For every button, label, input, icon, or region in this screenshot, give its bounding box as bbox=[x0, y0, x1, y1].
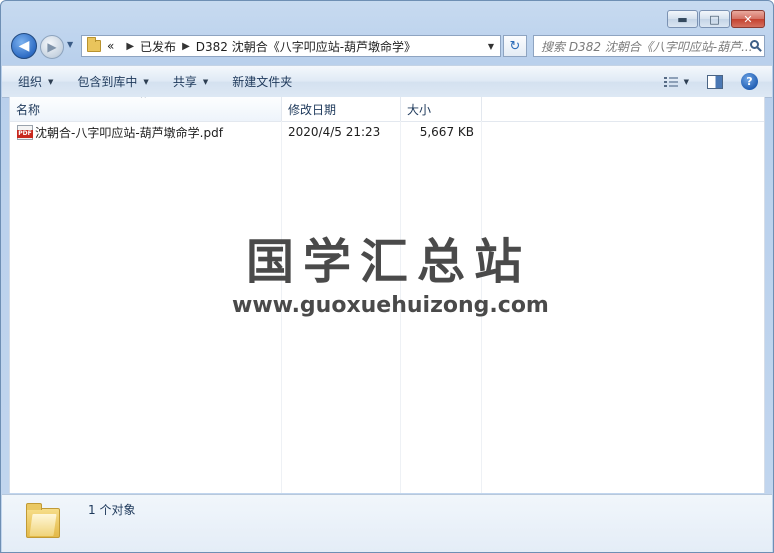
chevron-down-icon: ▼ bbox=[202, 77, 209, 86]
column-date-modified[interactable]: 修改日期 bbox=[282, 97, 401, 121]
share-menu[interactable]: 共享 ▼ bbox=[161, 66, 220, 97]
chevron-down-icon: ▼ bbox=[48, 77, 54, 86]
column-name-label: 名称 bbox=[16, 102, 41, 117]
folder-icon bbox=[26, 503, 60, 538]
help-icon[interactable]: ? bbox=[741, 73, 758, 90]
file-modified: 2020/4/5 21:23 bbox=[288, 125, 381, 139]
chevron-right-icon[interactable]: ▶ bbox=[126, 41, 134, 52]
details-pane: 1 个对象 bbox=[2, 494, 772, 552]
breadcrumb-published[interactable]: 已发布 bbox=[140, 38, 176, 55]
watermark-url: www.guoxuehuizong.com bbox=[232, 293, 549, 318]
change-view-icon[interactable] bbox=[663, 75, 680, 88]
include-in-library-label: 包含到库中 bbox=[77, 75, 138, 89]
organize-label: 组织 bbox=[18, 75, 43, 89]
toolbar-right: ▼ ? bbox=[663, 66, 772, 97]
address-row: ◀ ▶ ▼ « ▶ 已发布 ▶ D382 沈朝合《八字叩应站-葫芦墩命学》 ▼ … bbox=[9, 33, 765, 61]
search-icon[interactable] bbox=[750, 40, 759, 49]
view-options-dropdown-icon[interactable]: ▼ bbox=[684, 78, 689, 86]
forward-button[interactable]: ▶ bbox=[40, 35, 64, 59]
address-dropdown-icon[interactable]: ▼ bbox=[488, 42, 494, 51]
column-size[interactable]: 大小 bbox=[401, 97, 482, 121]
item-count: 1 个对象 bbox=[88, 503, 136, 517]
file-row[interactable]: 沈朝合-八字叩应站-葫芦墩命学.pdf 2020/4/5 21:23 5,667… bbox=[10, 123, 482, 141]
new-folder-label: 新建文件夹 bbox=[232, 75, 293, 89]
address-bar[interactable]: « ▶ 已发布 ▶ D382 沈朝合《八字叩应站-葫芦墩命学》 ▼ bbox=[81, 35, 501, 57]
column-date-label: 修改日期 bbox=[288, 102, 337, 117]
command-bar: 组织 ▼ 包含到库中 ▼ 共享 ▼ 新建文件夹 ▼ ? bbox=[2, 65, 772, 98]
pdf-icon bbox=[17, 125, 33, 140]
new-folder-button[interactable]: 新建文件夹 bbox=[220, 66, 304, 97]
maximize-button[interactable]: □ bbox=[699, 10, 730, 28]
chevron-right-icon[interactable]: ▶ bbox=[182, 41, 190, 52]
watermark-title: 国学汇总站 bbox=[246, 234, 532, 290]
close-button[interactable]: ✕ bbox=[731, 10, 765, 28]
file-name: 沈朝合-八字叩应站-葫芦墩命学.pdf bbox=[35, 125, 223, 140]
folder-icon bbox=[87, 37, 101, 52]
breadcrumb-current-folder[interactable]: D382 沈朝合《八字叩应站-葫芦墩命学》 bbox=[196, 38, 416, 55]
explorer-window: ▬ □ ✕ ◀ ▶ ▼ « ▶ 已发布 ▶ D382 沈朝合《八字叩应站-葫芦墩… bbox=[0, 0, 774, 553]
recent-pages-dropdown-icon[interactable]: ▼ bbox=[67, 40, 73, 49]
search-input[interactable]: 搜索 D382 沈朝合《八字叩应站-葫芦... bbox=[533, 35, 765, 57]
include-in-library-menu[interactable]: 包含到库中 ▼ bbox=[65, 66, 160, 97]
search-placeholder: 搜索 D382 沈朝合《八字叩应站-葫芦... bbox=[541, 39, 753, 54]
organize-menu[interactable]: 组织 ▼ bbox=[2, 66, 65, 97]
file-list[interactable]: 名称 ^ 修改日期 大小 沈朝合-八字叩应站-葫芦墩命学.pdf 2020/4/… bbox=[9, 97, 765, 493]
share-label: 共享 bbox=[172, 75, 197, 89]
preview-pane-icon[interactable] bbox=[707, 74, 723, 89]
column-size-label: 大小 bbox=[407, 102, 432, 117]
back-button[interactable]: ◀ bbox=[11, 33, 37, 59]
refresh-button[interactable]: ↻ bbox=[503, 35, 527, 57]
column-header: 名称 ^ 修改日期 大小 bbox=[10, 97, 764, 122]
file-size: 5,667 KB bbox=[419, 125, 474, 139]
breadcrumb-overflow[interactable]: « bbox=[107, 39, 114, 53]
chevron-down-icon: ▼ bbox=[143, 77, 149, 86]
column-name[interactable]: 名称 ^ bbox=[10, 97, 282, 121]
sort-ascending-icon: ^ bbox=[140, 97, 147, 103]
caption-buttons: ▬ □ ✕ bbox=[667, 10, 765, 28]
minimize-button[interactable]: ▬ bbox=[667, 10, 698, 28]
